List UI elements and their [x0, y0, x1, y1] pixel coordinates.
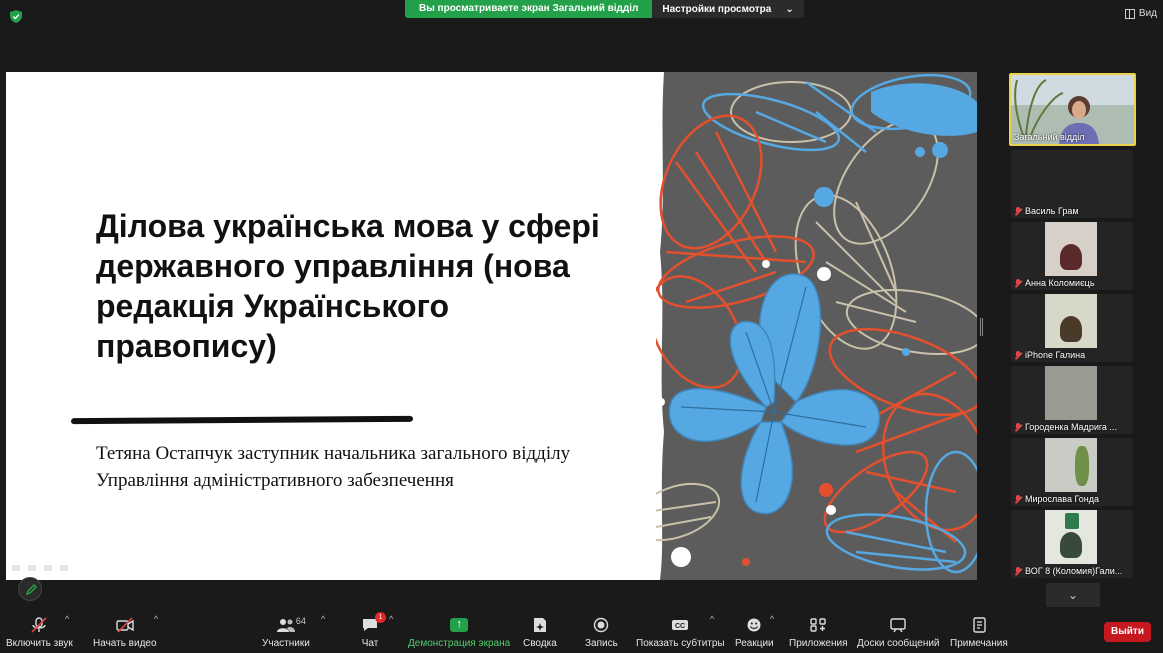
record-label: Запись: [585, 638, 618, 649]
chevron-down-icon: ⌄: [1067, 588, 1079, 602]
panel-resize-handle[interactable]: [980, 318, 983, 336]
participant-video: [1045, 366, 1097, 420]
reactions-button[interactable]: Реакции: [735, 614, 774, 652]
participant-tile[interactable]: Городенка Мадрига ...: [1011, 366, 1133, 434]
captions-options-caret[interactable]: ^: [710, 614, 714, 624]
participant-video: [1045, 510, 1097, 564]
gallery-scroll-down-button[interactable]: ⌄: [1046, 583, 1100, 607]
chat-button[interactable]: 1 Чат: [358, 612, 386, 652]
slide-title: Ділова українська мова у сфері державног…: [96, 208, 600, 364]
start-video-button[interactable]: Начать видео: [93, 614, 157, 652]
notes-label: Примечания: [950, 638, 1008, 649]
summary-icon: [533, 618, 546, 632]
mic-muted-icon: [1014, 206, 1022, 216]
video-options-caret[interactable]: ^: [154, 614, 158, 624]
participant-tile[interactable]: Мирослава Гонда: [1011, 438, 1133, 506]
audio-options-caret[interactable]: ^: [65, 614, 69, 624]
chat-options-caret[interactable]: ^: [389, 614, 393, 624]
share-banner-text: Вы просматриваете экран Загальний відділ: [405, 0, 653, 18]
summary-button[interactable]: Сводка: [523, 614, 557, 652]
apps-label: Приложения: [789, 638, 848, 649]
participant-video: [1045, 438, 1097, 492]
chevron-down-icon: ⌄: [785, 3, 794, 15]
pencil-icon[interactable]: [28, 565, 36, 571]
participant-tile-active-speaker[interactable]: Загальний відділ: [1009, 73, 1136, 146]
mic-muted-icon: [1014, 350, 1022, 360]
zoom-meeting-window: Вы просматриваете экран Загальний відділ…: [0, 0, 1163, 653]
apps-icon: [810, 618, 826, 632]
mic-muted-icon: [1014, 566, 1022, 576]
participants-label: Участники: [262, 638, 310, 649]
top-bar: Вы просматриваете экран Загальний відділ…: [0, 0, 1163, 30]
slide-subtitle: Тетяна Остапчук заступник начальника заг…: [96, 443, 571, 491]
participant-name: iPhone Галина: [1014, 350, 1131, 360]
participants-options-caret[interactable]: ^: [321, 614, 325, 624]
flower-pattern-image: [656, 72, 977, 580]
pointer-icon[interactable]: [12, 565, 20, 571]
record-button[interactable]: Запись: [585, 614, 618, 652]
whiteboard-icon: [890, 618, 906, 633]
notes-button[interactable]: Примечания: [950, 614, 1008, 652]
slide-divider-line: [70, 415, 414, 425]
mic-muted-icon: [1014, 278, 1022, 288]
view-options-button[interactable]: Настройки просмотра ⌄: [652, 0, 804, 18]
more-icon[interactable]: [60, 565, 68, 571]
slide-annotation-controls: [12, 565, 72, 573]
participant-name: Анна Коломиєць: [1014, 278, 1131, 288]
notes-icon: [973, 617, 986, 633]
share-screen-icon: ↑: [450, 618, 469, 632]
chat-unread-badge: 1: [375, 612, 386, 623]
reactions-options-caret[interactable]: ^: [770, 614, 774, 624]
shield-icon[interactable]: [10, 10, 22, 23]
start-video-label: Начать видео: [93, 638, 157, 649]
captions-label: Показать субтитры: [636, 638, 725, 649]
mic-off-icon: [31, 617, 47, 633]
annotate-pen-button[interactable]: [18, 577, 42, 601]
participant-video: [1045, 294, 1097, 348]
record-icon: [594, 617, 609, 633]
mic-muted-icon: [1014, 494, 1022, 504]
participant-video: [1045, 222, 1097, 276]
participant-name: Городенка Мадрига ...: [1014, 422, 1131, 432]
participant-tile[interactable]: ВОГ 8 (Коломия)Гали...: [1011, 510, 1133, 578]
smiley-icon: [747, 618, 761, 632]
pen-icon: [25, 583, 38, 596]
view-options-label: Настройки просмотра: [662, 3, 772, 15]
svg-text:CC: CC: [675, 623, 685, 630]
participant-tile[interactable]: Василь Грам: [1011, 150, 1133, 218]
view-button[interactable]: Вид: [1124, 8, 1157, 19]
chat-label: Чат: [361, 638, 379, 649]
shared-screen: Ділова українська мова у сфері державног…: [6, 72, 977, 580]
share-screen-button[interactable]: ↑ Демонстрация экрана: [408, 614, 510, 652]
closed-captions-icon: CC: [672, 620, 689, 630]
whiteboard-button[interactable]: Доски сообщений: [857, 614, 940, 652]
participant-name: Василь Грам: [1014, 206, 1131, 216]
unmute-label: Включить звук: [6, 638, 73, 649]
summary-label: Сводка: [523, 638, 557, 649]
participant-name: Мирослава Гонда: [1014, 494, 1131, 504]
video-off-icon: [116, 617, 134, 633]
unmute-button[interactable]: Включить звук: [6, 614, 73, 652]
view-button-label: Вид: [1138, 8, 1157, 19]
participant-tile[interactable]: Анна Коломиєць: [1011, 222, 1133, 290]
leave-meeting-button[interactable]: Выйти: [1104, 622, 1151, 642]
slide-flower-artwork: [656, 72, 977, 580]
participant-name: ВОГ 8 (Коломия)Гали...: [1014, 566, 1131, 576]
share-banner: Вы просматриваете экран Загальний відділ…: [405, 0, 804, 18]
participants-icon: [276, 619, 295, 632]
meeting-toolbar: Включить звук ^ Начать видео ^ 64 Участн…: [0, 610, 1163, 653]
whiteboard-label: Доски сообщений: [857, 638, 940, 649]
apps-button[interactable]: Приложения: [789, 614, 848, 652]
reactions-label: Реакции: [735, 638, 774, 649]
eraser-icon[interactable]: [44, 565, 52, 571]
participants-count: 64: [295, 616, 306, 626]
participant-tile[interactable]: iPhone Галина: [1011, 294, 1133, 362]
participant-name: Загальний відділ: [1014, 132, 1085, 142]
share-screen-label: Демонстрация экрана: [408, 638, 511, 649]
grid-icon: [1124, 8, 1135, 19]
participants-button[interactable]: 64 Участники: [262, 614, 310, 652]
mic-muted-icon: [1014, 422, 1022, 432]
